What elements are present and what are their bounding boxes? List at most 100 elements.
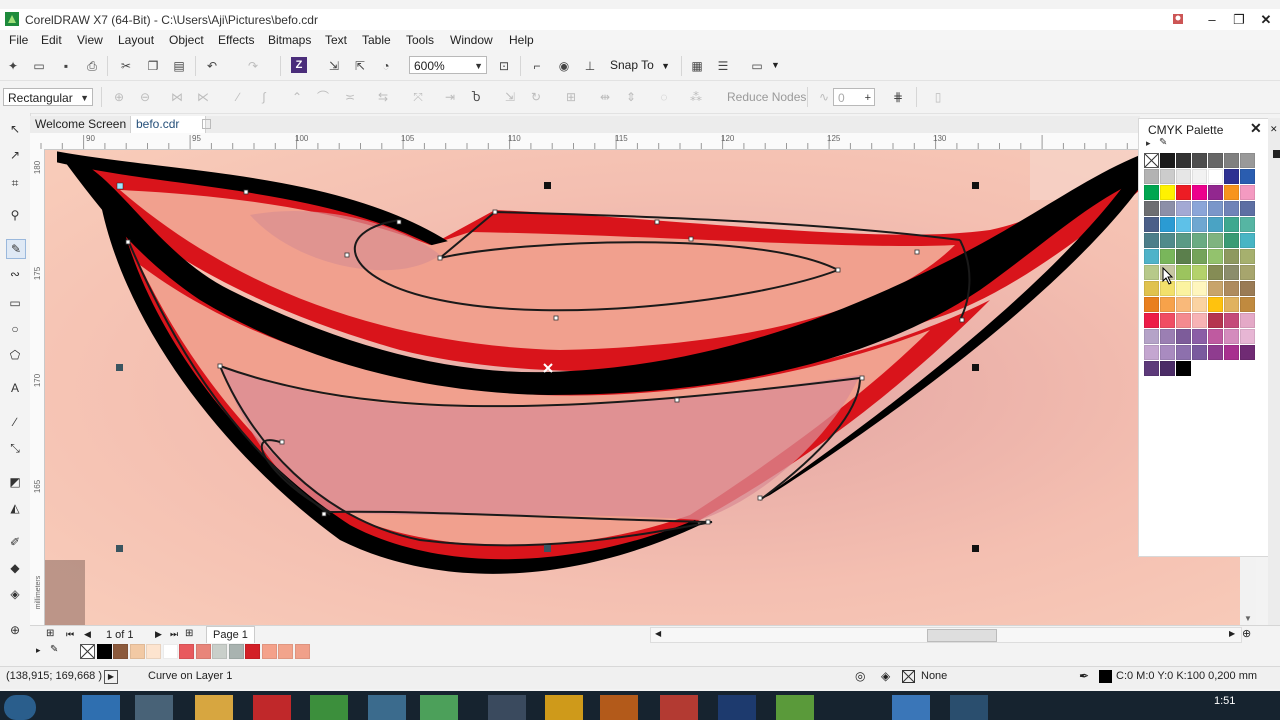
close-icon[interactable]: ✕ [1270,124,1278,135]
selection-box-icon[interactable]: ⋕ [889,88,907,106]
tab-welcome-screen[interactable]: Welcome Screen [30,116,138,133]
polygon-tool-icon[interactable]: ⬠ [6,346,24,364]
color-swatch[interactable] [1240,313,1255,328]
elastic-mode-icon[interactable]: ◌ [655,88,673,106]
menu-tools[interactable]: Tools [406,33,434,47]
color-swatch[interactable] [1192,185,1207,200]
stretch-nodes-icon[interactable]: ⇲ [501,88,519,106]
restore-button[interactable]: ❐ [1225,9,1253,30]
no-fill-swatch-icon[interactable] [902,670,915,683]
to-curve-icon[interactable]: ∫ [255,88,273,106]
color-swatch[interactable] [1224,313,1239,328]
folder-taskbar-icon[interactable] [195,695,233,720]
color-swatch[interactable] [1192,201,1207,216]
color-swatch[interactable] [1208,329,1223,344]
select-all-nodes-icon[interactable]: ⁂ [687,88,705,106]
toolbox-expand-icon[interactable]: ⊕ [6,621,24,639]
vertical-scrollbar[interactable]: ▼ [1240,558,1256,626]
color-swatch[interactable] [1160,233,1175,248]
color-swatch[interactable] [1208,153,1223,168]
color-swatch[interactable] [245,644,260,659]
palette-close-button[interactable]: ✕ [1250,120,1262,137]
color-swatch[interactable] [146,644,161,659]
color-swatch[interactable] [1160,169,1175,184]
color-swatch[interactable] [179,644,194,659]
app8-taskbar-icon[interactable] [950,695,988,720]
color-swatch[interactable] [1176,281,1191,296]
start-button-icon[interactable] [4,695,36,720]
user-icon[interactable] [1164,9,1192,30]
zoom-tool-icon[interactable]: ⚲ [6,206,24,224]
cut-icon[interactable]: ✂ [117,57,135,75]
color-swatch[interactable] [1208,169,1223,184]
color-swatch[interactable] [1176,233,1191,248]
color-swatch[interactable] [1192,313,1207,328]
color-swatch[interactable] [1160,329,1175,344]
parallel-dimension-icon[interactable]: ∕ [6,413,24,431]
text-tool-icon[interactable]: A [6,379,24,397]
pick-tool-icon[interactable]: ↖ [6,120,24,138]
color-swatch[interactable] [1144,281,1159,296]
color-swatch[interactable] [1176,169,1191,184]
color-swatch[interactable] [1176,297,1191,312]
more-icon[interactable]: ▯ [929,88,947,106]
color-swatch[interactable] [1208,185,1223,200]
eyedropper-icon[interactable]: ✎ [1159,137,1167,148]
photoshop-taskbar-icon[interactable] [718,695,756,720]
curve-smoothness-icon[interactable]: ∿ [815,88,833,106]
color-swatch[interactable] [261,644,277,659]
color-swatch[interactable] [1160,249,1175,264]
color-swatch[interactable] [1240,217,1255,232]
color-swatch[interactable] [1160,345,1175,360]
artistic-media-icon[interactable]: ∾ [6,265,24,283]
color-swatch[interactable] [1208,201,1223,216]
color-swatch[interactable] [1240,233,1255,248]
redo-icon[interactable]: ↷ [244,57,262,75]
drawing-canvas[interactable] [45,150,1240,626]
menu-effects[interactable]: Effects [218,33,254,47]
color-swatch[interactable] [1144,345,1159,360]
first-page-icon[interactable]: ⏮ [66,629,74,640]
interactive-fill-icon[interactable]: ◆ [6,559,24,577]
color-swatch[interactable] [1208,345,1223,360]
menu-window[interactable]: Window [450,33,493,47]
tab-befo-cdr[interactable]: befo.cdr [130,116,206,133]
drop-shadow-icon[interactable]: ◩ [6,473,24,491]
color-swatch[interactable] [1160,201,1175,216]
fill-bucket-icon[interactable]: ◈ [881,669,890,683]
color-swatch[interactable] [1208,217,1223,232]
show-rulers-icon[interactable]: ⌐ [528,57,546,75]
align-nodes-icon[interactable]: ⊞ [562,88,580,106]
color-swatch[interactable] [1176,185,1191,200]
zoom-navigator-icon[interactable]: ⊕ [1242,627,1251,640]
color-swatch[interactable] [129,644,145,659]
reverse-direction-icon[interactable]: ⇆ [374,88,392,106]
rectangle-tool-icon[interactable]: ▭ [6,294,24,312]
close-button[interactable]: ✕ [1252,9,1280,30]
color-swatch[interactable] [195,644,211,659]
color-swatch[interactable] [1192,329,1207,344]
color-swatch[interactable] [1240,249,1255,264]
print-icon[interactable]: ⎙ [83,57,101,75]
explorer-taskbar-icon[interactable] [135,695,173,720]
join-nodes-icon[interactable]: ⋈ [168,88,186,106]
add-page-icon[interactable]: ⊞ [46,628,54,639]
new-document-icon[interactable]: ✦ [4,57,22,75]
show-grid-icon[interactable]: ◉ [555,57,573,75]
color-swatch[interactable] [1176,345,1191,360]
color-swatch[interactable] [1144,329,1159,344]
close-curve-icon[interactable]: Ⴆ [467,88,485,106]
color-swatch[interactable] [1208,233,1223,248]
color-swatch[interactable] [1192,297,1207,312]
scroll-down-icon[interactable]: ▼ [1244,614,1252,623]
previous-page-icon[interactable]: ◀ [84,629,91,640]
color-swatch[interactable] [1224,345,1239,360]
color-swatch[interactable] [1160,313,1175,328]
docker-tabs-strip[interactable]: ✕ [1268,118,1280,658]
color-swatch[interactable] [113,644,128,659]
minimize-button[interactable]: – [1198,9,1226,30]
color-swatch[interactable] [1192,169,1207,184]
color-swatch[interactable] [1160,185,1175,200]
smart-fill-icon[interactable]: ◈ [6,585,24,603]
color-swatch[interactable] [1224,185,1239,200]
